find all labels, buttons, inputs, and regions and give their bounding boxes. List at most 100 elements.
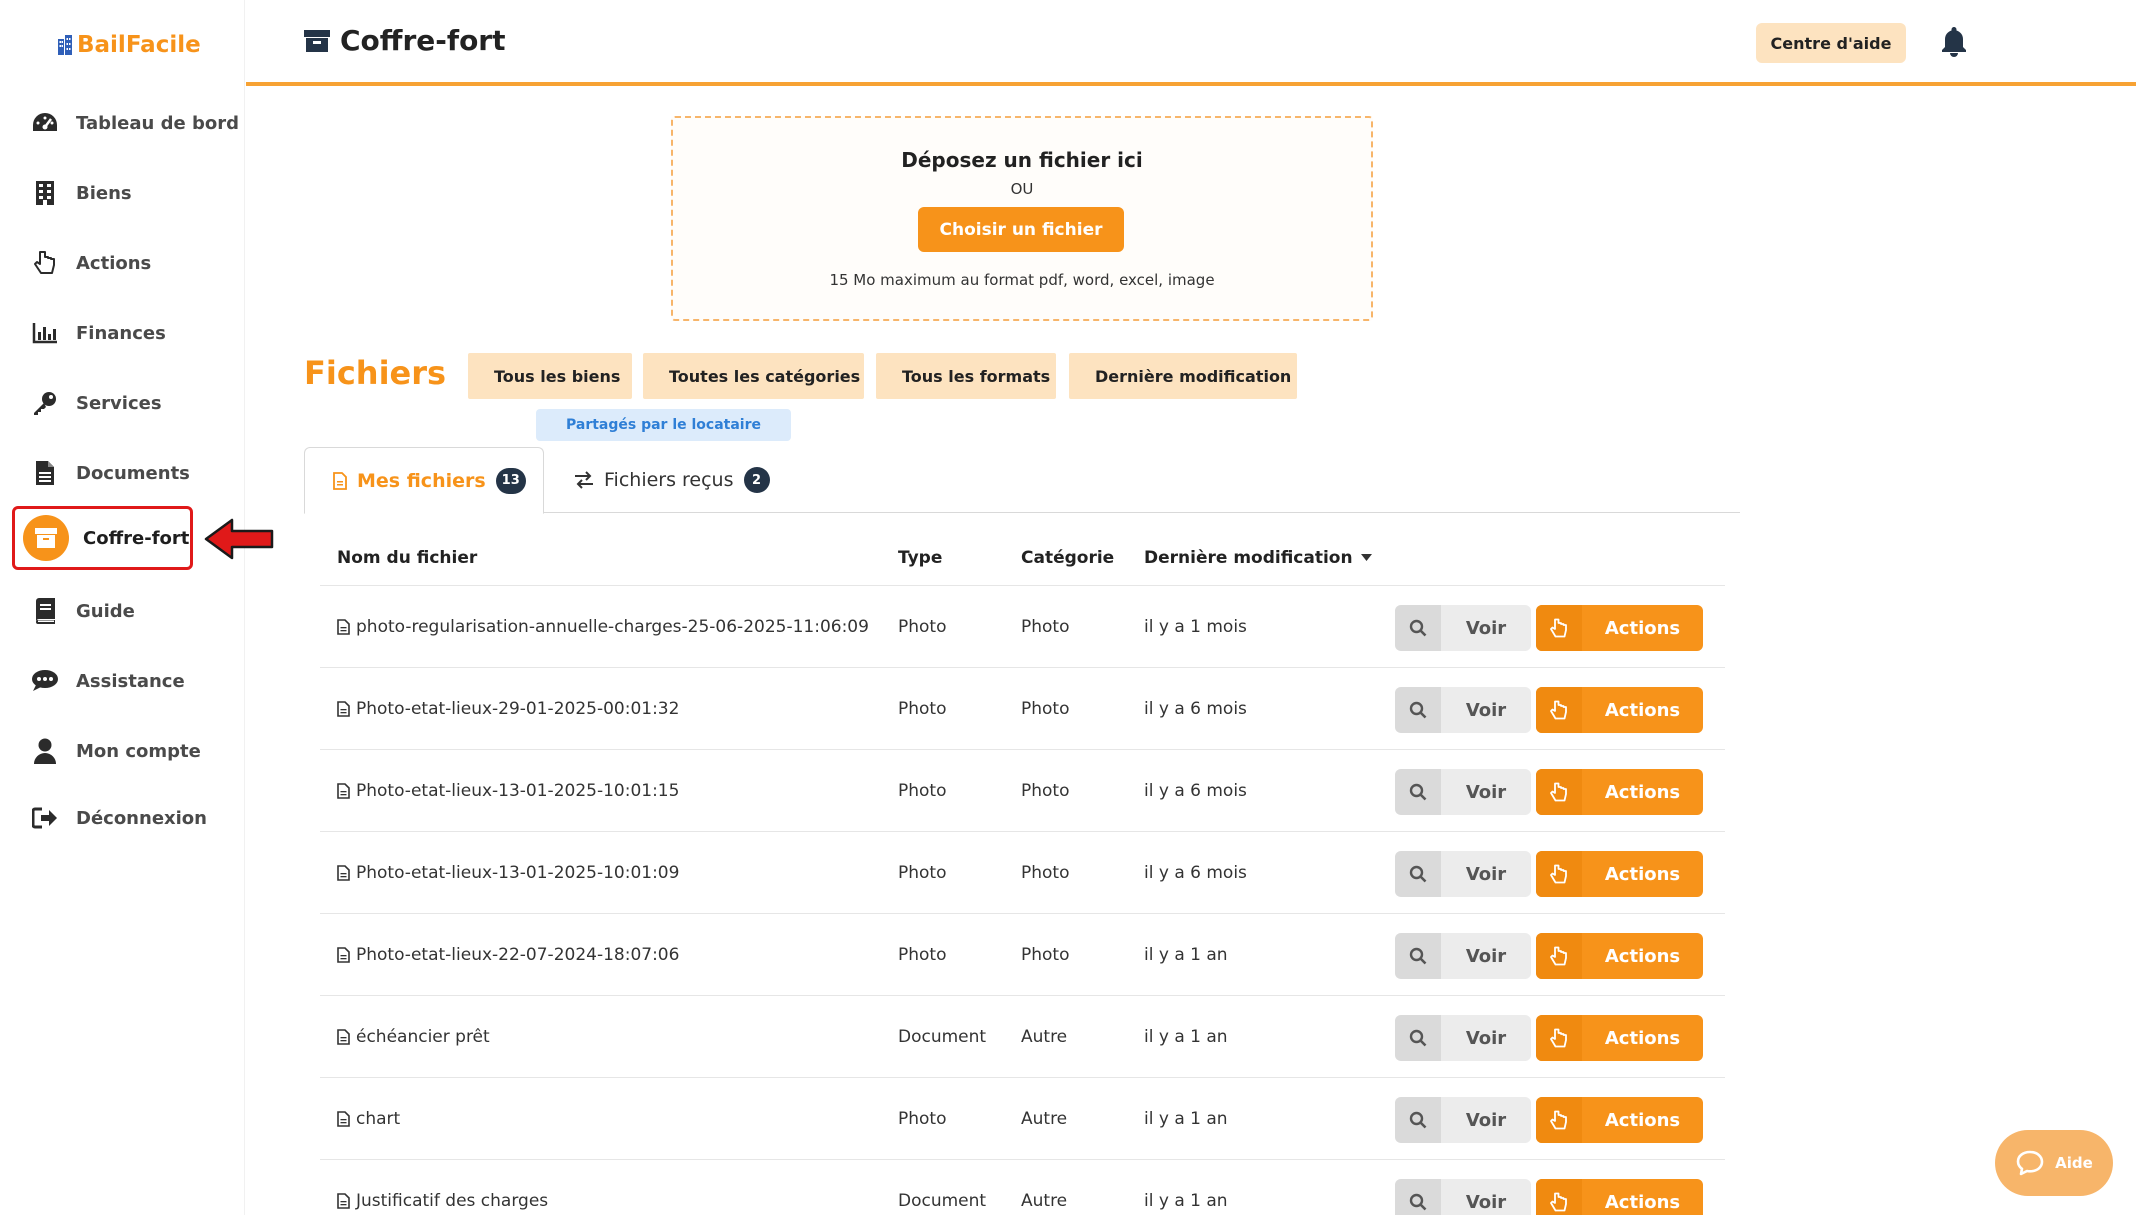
sidebar-item-biens[interactable]: Biens [28, 171, 132, 215]
pointer-hand-icon [1536, 1097, 1582, 1143]
app-logo[interactable]: BailFacile [57, 32, 201, 58]
logo-building-icon [58, 35, 72, 55]
sidebar-item-guide[interactable]: Guide [28, 589, 135, 633]
building-icon [28, 181, 62, 205]
actions-label: Actions [1604, 781, 1681, 803]
file-outline-icon [333, 471, 347, 490]
view-file-button[interactable]: Voir [1395, 769, 1531, 815]
sidebar-item-finances[interactable]: Finances [28, 311, 166, 355]
sidebar-item-dashboard[interactable]: Tableau de bord [28, 101, 239, 145]
file-actions-button[interactable]: Actions [1536, 769, 1703, 815]
files-table: Nom du fichier Type Catégorie Dernière m… [320, 530, 1725, 1215]
file-category-cell: Autre [1021, 1190, 1068, 1211]
pointer-hand-icon [1536, 933, 1582, 979]
filter-label: Tous les biens [494, 366, 621, 386]
column-header-type[interactable]: Type [898, 548, 942, 568]
view-file-button[interactable]: Voir [1395, 933, 1531, 979]
view-file-button[interactable]: Voir [1395, 1015, 1531, 1061]
column-header-modified[interactable]: Dernière modification [1144, 548, 1372, 568]
actions-label: Actions [1604, 1191, 1681, 1213]
view-file-button[interactable]: Voir [1395, 1179, 1531, 1215]
file-actions-button[interactable]: Actions [1536, 1097, 1703, 1143]
file-type-cell: Photo [898, 1108, 947, 1129]
file-modified-cell: il y a 1 an [1144, 1190, 1228, 1211]
file-actions-button[interactable]: Actions [1536, 851, 1703, 897]
user-icon [28, 738, 62, 764]
sidebar: BailFacile Tableau de bord Biens Actions… [0, 0, 245, 1215]
shared-by-tenant-filter[interactable]: Partagés par le locataire [536, 409, 791, 441]
file-name-cell[interactable]: Photo-etat-lieux-13-01-2025-10:01:09 [337, 863, 679, 883]
file-type-cell: Photo [898, 616, 947, 637]
file-actions-button[interactable]: Actions [1536, 933, 1703, 979]
column-header-category[interactable]: Catégorie [1021, 548, 1114, 568]
search-icon [1395, 1015, 1441, 1061]
floating-help-button[interactable]: Aide [1995, 1130, 2113, 1196]
file-name-cell[interactable]: Justificatif des charges [337, 1191, 548, 1211]
sidebar-item-coffre-fort[interactable]: Coffre-fort [12, 506, 193, 570]
sidebar-item-label: Guide [76, 600, 135, 622]
filter-last-modified-button[interactable]: Dernière modification [1069, 353, 1297, 399]
view-file-button[interactable]: Voir [1395, 687, 1531, 733]
file-name-cell[interactable]: chart [337, 1109, 400, 1129]
tab-label: Mes fichiers [357, 469, 486, 492]
file-drop-zone[interactable]: Déposez un fichier ici OU Choisir un fic… [671, 116, 1373, 321]
floating-help-label: Aide [2055, 1154, 2093, 1172]
file-icon [337, 864, 350, 881]
sidebar-item-documents[interactable]: Documents [28, 451, 190, 495]
sidebar-item-actions[interactable]: Actions [28, 241, 151, 285]
archive-icon [23, 515, 69, 561]
file-name-cell[interactable]: échéancier prêt [337, 1027, 490, 1047]
sidebar-item-deconnexion[interactable]: Déconnexion [28, 796, 207, 840]
choose-file-button[interactable]: Choisir un fichier [918, 207, 1124, 252]
file-actions-button[interactable]: Actions [1536, 687, 1703, 733]
actions-label: Actions [1604, 945, 1681, 967]
sidebar-item-assistance[interactable]: Assistance [28, 659, 185, 703]
filter-categories-button[interactable]: Toutes les catégories [643, 353, 864, 399]
file-icon [337, 700, 350, 717]
table-row: Photo-etat-lieux-13-01-2025-10:01:15 Pho… [320, 750, 1725, 832]
view-label: Voir [1465, 699, 1507, 721]
filter-label: Tous les formats [902, 366, 1051, 386]
file-actions-button[interactable]: Actions [1536, 605, 1703, 651]
search-icon [1395, 1179, 1441, 1215]
bell-icon[interactable] [1940, 25, 1968, 57]
file-name: Photo-etat-lieux-29-01-2025-00:01:32 [356, 698, 680, 719]
file-name-cell[interactable]: Photo-etat-lieux-29-01-2025-00:01:32 [337, 699, 679, 719]
tab-received-files[interactable]: Fichiers reçus 2 [574, 447, 770, 513]
actions-label: Actions [1604, 1027, 1681, 1049]
tab-my-files[interactable]: Mes fichiers 13 [304, 447, 544, 514]
pointer-hand-icon [1536, 1179, 1582, 1215]
column-header-name[interactable]: Nom du fichier [337, 548, 477, 568]
sidebar-item-mon-compte[interactable]: Mon compte [28, 729, 201, 773]
pointer-hand-icon [1536, 1015, 1582, 1061]
sidebar-item-services[interactable]: Services [28, 381, 162, 425]
file-icon [337, 946, 350, 963]
exchange-icon [575, 471, 593, 489]
sidebar-item-label: Services [76, 392, 162, 414]
document-icon [28, 460, 62, 486]
sidebar-item-label: Documents [76, 462, 190, 484]
file-category-cell: Photo [1021, 698, 1070, 719]
table-row: Photo-etat-lieux-13-01-2025-10:01:09 Pho… [320, 832, 1725, 914]
red-arrow-annotation [204, 518, 274, 560]
file-type-cell: Photo [898, 944, 947, 965]
page-title-text: Coffre-fort [340, 24, 506, 57]
view-file-button[interactable]: Voir [1395, 1097, 1531, 1143]
view-file-button[interactable]: Voir [1395, 851, 1531, 897]
file-name: Photo-etat-lieux-22-07-2024-18:07:06 [356, 944, 680, 965]
file-name-cell[interactable]: photo-regularisation-annuelle-charges-25… [337, 617, 869, 637]
pointer-hand-icon [28, 250, 62, 276]
file-actions-button[interactable]: Actions [1536, 1015, 1703, 1061]
filter-properties-button[interactable]: Tous les biens [468, 353, 632, 399]
sort-down-icon [1360, 554, 1372, 561]
file-type-cell: Document [898, 1190, 987, 1211]
help-center-button[interactable]: Centre d'aide [1756, 23, 1906, 63]
file-name-cell[interactable]: Photo-etat-lieux-22-07-2024-18:07:06 [337, 945, 679, 965]
view-file-button[interactable]: Voir [1395, 605, 1531, 651]
file-name-cell[interactable]: Photo-etat-lieux-13-01-2025-10:01:15 [337, 781, 679, 801]
sidebar-item-label: Déconnexion [76, 807, 207, 829]
view-label: Voir [1465, 1191, 1507, 1213]
file-actions-button[interactable]: Actions [1536, 1179, 1703, 1215]
filter-formats-button[interactable]: Tous les formats [876, 353, 1056, 399]
table-header: Nom du fichier Type Catégorie Dernière m… [320, 530, 1725, 586]
